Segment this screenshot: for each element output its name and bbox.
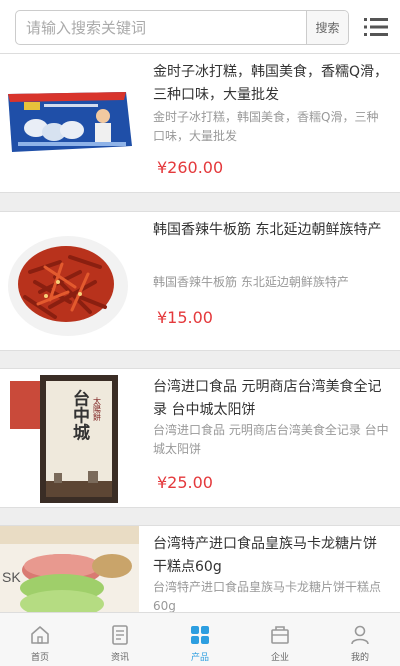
tab-mine[interactable]: 我的: [320, 613, 400, 666]
image-badge-text: SK: [2, 569, 21, 585]
news-icon: [112, 625, 128, 645]
tab-news[interactable]: 资讯: [80, 613, 160, 666]
company-icon: [271, 626, 289, 644]
user-icon: [351, 625, 369, 645]
grid-icon: [191, 626, 209, 644]
ice-rice-cake-box-image: [0, 54, 139, 192]
tab-products[interactable]: 产品: [160, 613, 240, 666]
tab-label: 我的: [350, 653, 369, 663]
product-title[interactable]: 台湾进口食品 元明商店台湾美食全记录 台中城太阳饼: [153, 376, 389, 422]
search-input[interactable]: [16, 11, 308, 44]
menu-icon[interactable]: [362, 13, 390, 41]
product-list: 金时子冰打糕，韩国美食，香糯Q滑，三种口味，大量批发 金时子冰打糕，韩国美食，香…: [0, 54, 400, 612]
product-item[interactable]: 台中城 太陽餅 台湾进口食品 元明商店台湾美食全记录 台中城太阳饼 台湾进口食品…: [0, 368, 400, 508]
tab-home[interactable]: 首页: [0, 613, 80, 666]
spicy-beef-tendon-image: [0, 212, 139, 350]
product-title[interactable]: 韩国香辣牛板筋 东北延边朝鲜族特产: [153, 219, 389, 242]
product-title[interactable]: 金时子冰打糕，韩国美食，香糯Q滑，三种口味，大量批发: [153, 61, 389, 107]
tab-label: 企业: [270, 653, 289, 663]
search-header: 搜索: [0, 0, 400, 54]
tab-label: 首页: [30, 653, 49, 663]
home-icon: [31, 626, 49, 644]
search-box: 搜索: [15, 10, 349, 45]
product-description: 台湾进口食品 元明商店台湾美食全记录 台中城太阳饼: [153, 423, 389, 456]
box-brand-text: 台中城: [69, 388, 90, 441]
product-description: 韩国香辣牛板筋 东北延边朝鲜族特产: [153, 275, 349, 289]
product-item[interactable]: 韩国香辣牛板筋 东北延边朝鲜族特产 韩国香辣牛板筋 东北延边朝鲜族特产 ¥15.…: [0, 211, 400, 351]
tab-company[interactable]: 企业: [240, 613, 320, 666]
product-description: 台湾特产进口食品皇族马卡龙糖片饼干糕点60g: [153, 580, 382, 612]
box-side-text: 太陽餅: [93, 396, 102, 422]
macaron-cookie-image: SK: [0, 526, 139, 612]
product-description: 金时子冰打糕，韩国美食，香糯Q滑，三种口味，大量批发: [153, 110, 379, 143]
tab-label: 产品: [190, 653, 209, 663]
bottom-tab-bar: 首页 资讯 产品 企业 我的: [0, 612, 400, 666]
product-price: ¥260.00: [157, 158, 224, 177]
product-price: ¥25.00: [157, 473, 213, 492]
search-button[interactable]: 搜索: [306, 11, 348, 44]
product-item[interactable]: 金时子冰打糕，韩国美食，香糯Q滑，三种口味，大量批发 金时子冰打糕，韩国美食，香…: [0, 54, 400, 193]
product-price: ¥15.00: [157, 308, 213, 327]
taichung-sun-cake-box-image: 台中城 太陽餅: [0, 369, 139, 507]
tab-label: 资讯: [110, 653, 129, 663]
product-item[interactable]: SK 台湾特产进口食品皇族马卡龙糖片饼干糕点60g 台湾特产进口食品皇族马卡龙糖…: [0, 525, 400, 612]
product-title[interactable]: 台湾特产进口食品皇族马卡龙糖片饼干糕点60g: [153, 533, 389, 579]
